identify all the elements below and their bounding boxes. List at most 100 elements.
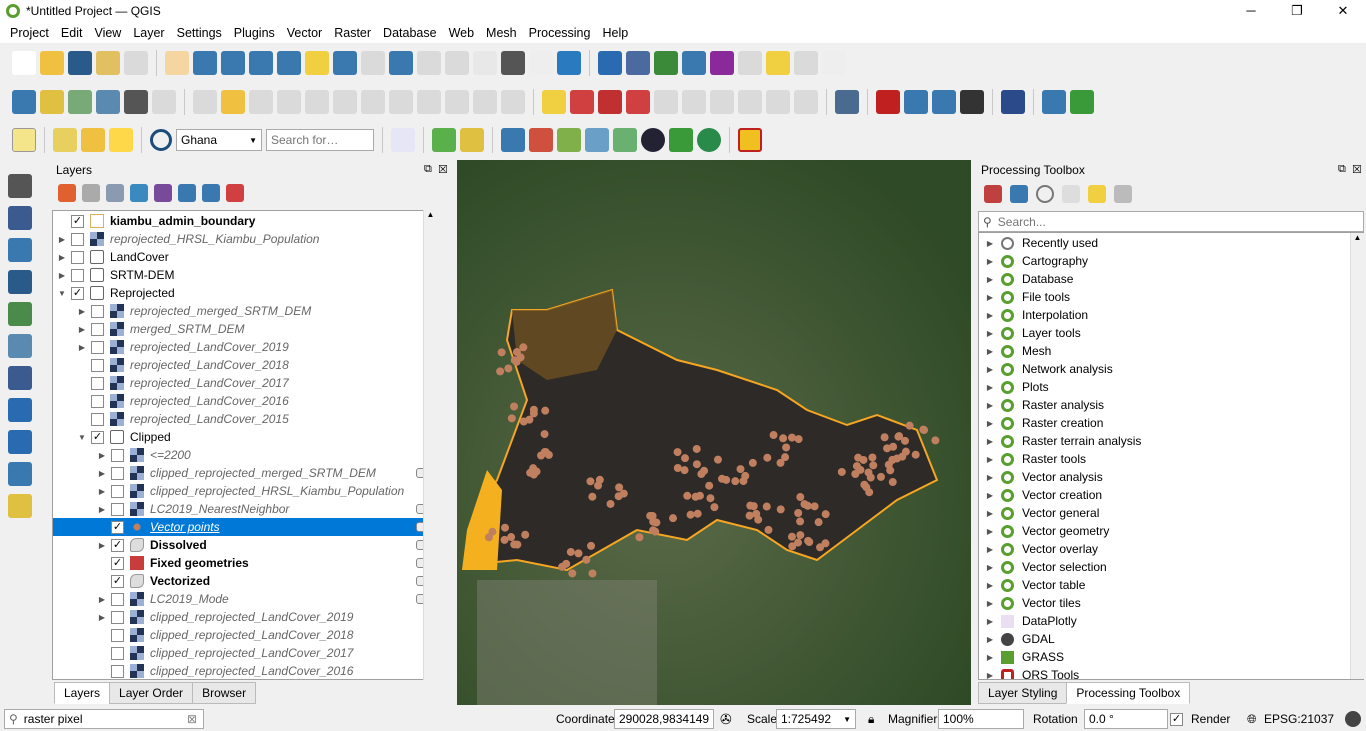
save-project-icon[interactable]: [68, 51, 92, 75]
map-plugin-icon[interactable]: [669, 128, 693, 152]
layer-item[interactable]: clipped_reprojected_LandCover_2017: [53, 644, 436, 662]
processing-provider-item[interactable]: ▶ Mesh: [979, 342, 1051, 360]
search-plugin-icon[interactable]: [432, 128, 456, 152]
results-icon[interactable]: [1062, 185, 1080, 203]
field-calculator-icon[interactable]: [710, 51, 734, 75]
layer-item[interactable]: clipped_reprojected_LandCover_2018: [53, 626, 436, 644]
expand-toggle-icon[interactable]: ▶: [985, 437, 995, 446]
expand-toggle-icon[interactable]: ▶: [985, 491, 995, 500]
menu-raster[interactable]: Raster: [328, 26, 377, 40]
open-project-icon[interactable]: [40, 51, 64, 75]
tab-browser[interactable]: Browser: [192, 682, 257, 704]
zoom-native-icon[interactable]: [361, 51, 385, 75]
expand-toggle-icon[interactable]: ▼: [57, 289, 67, 298]
style-manager-icon[interactable]: [58, 184, 76, 202]
hide-labels-icon[interactable]: [738, 90, 762, 114]
layer-visibility-checkbox[interactable]: ✓: [91, 430, 104, 444]
python-console-icon[interactable]: [501, 128, 525, 152]
layer-visibility-checkbox[interactable]: [111, 628, 124, 642]
layer-item[interactable]: ▶ reprojected_LandCover_2019: [53, 338, 436, 356]
undo-icon[interactable]: [473, 90, 497, 114]
python-scripts-icon[interactable]: [1010, 185, 1028, 203]
menu-view[interactable]: View: [88, 26, 127, 40]
add-oracle-icon[interactable]: [8, 494, 32, 518]
menu-help[interactable]: Help: [596, 26, 634, 40]
digitize-icon[interactable]: [152, 90, 176, 114]
layer-item[interactable]: ▶ merged_SRTM_DEM: [53, 320, 436, 338]
processing-provider-item[interactable]: ▶ Layer tools: [979, 324, 1081, 342]
layer-visibility-checkbox[interactable]: [91, 322, 104, 336]
annotations-icon[interactable]: [794, 51, 818, 75]
expand-toggle-icon[interactable]: ▶: [97, 487, 107, 496]
new-map-view-icon[interactable]: [445, 51, 469, 75]
clear-icon[interactable]: ⊠: [187, 712, 197, 726]
magnifier-spinbox[interactable]: 100%: [938, 709, 1024, 729]
layer-item[interactable]: ▶ ✓ Dissolved: [53, 536, 436, 554]
crs-globe-icon[interactable]: 🌐︎: [1247, 712, 1257, 727]
refresh-icon[interactable]: [557, 51, 581, 75]
layer-item[interactable]: ▶ LandCover: [53, 248, 436, 266]
statistics-icon[interactable]: [654, 51, 678, 75]
globe-icon[interactable]: [641, 128, 665, 152]
add-wfs-icon[interactable]: [8, 430, 32, 454]
menu-vector[interactable]: Vector: [281, 26, 328, 40]
layer-visibility-checkbox[interactable]: ✓: [111, 556, 124, 570]
pan-icon[interactable]: [165, 51, 189, 75]
layer-visibility-checkbox[interactable]: [111, 664, 124, 678]
processing-provider-item[interactable]: ▶ Vector overlay: [979, 540, 1098, 558]
processing-scrollbar[interactable]: ▲: [1350, 233, 1364, 679]
add-vector-layer-icon[interactable]: [8, 174, 32, 198]
expand-toggle-icon[interactable]: ▶: [77, 343, 87, 352]
folder-icon[interactable]: [557, 128, 581, 152]
pan-to-selection-icon[interactable]: [193, 51, 217, 75]
processing-provider-item[interactable]: ▶ Vector geometry: [979, 522, 1109, 540]
layer-visibility-checkbox[interactable]: [91, 358, 104, 372]
data-source-manager-icon[interactable]: [12, 90, 36, 114]
processing-provider-item[interactable]: ▶ Raster analysis: [979, 396, 1104, 414]
processing-provider-item[interactable]: ▶ Vector selection: [979, 558, 1107, 576]
menu-layer[interactable]: Layer: [127, 26, 170, 40]
new-temporary-layer-icon[interactable]: [124, 90, 148, 114]
close-panel-icon[interactable]: ☒: [1352, 163, 1362, 176]
processing-provider-item[interactable]: ▶ Interpolation: [979, 306, 1088, 324]
expand-toggle-icon[interactable]: ▶: [97, 613, 107, 622]
crs-button[interactable]: EPSG:21037: [1264, 712, 1334, 726]
layer-item[interactable]: ▶ LC2019_Mode: [53, 590, 436, 608]
ors-icon[interactable]: [932, 90, 956, 114]
filter-legend-icon[interactable]: [130, 184, 148, 202]
processing-provider-item[interactable]: ▶ Vector tiles: [979, 594, 1081, 612]
coordinate-field[interactable]: 290028,9834149: [614, 709, 714, 729]
layer-visibility-checkbox[interactable]: [71, 268, 84, 282]
add-spatialite-icon[interactable]: [8, 302, 32, 326]
change-label-icon[interactable]: [710, 90, 734, 114]
layer-item[interactable]: ▼ ✓ Reprojected: [53, 284, 436, 302]
attribute-table-icon[interactable]: [626, 51, 650, 75]
zoom-in-icon[interactable]: [221, 51, 245, 75]
add-wms-icon[interactable]: [8, 398, 32, 422]
label-toolbar-icon[interactable]: [570, 90, 594, 114]
locator-bar[interactable]: ⚲ raster pixel ⊠: [4, 709, 204, 729]
new-3d-view-icon[interactable]: [473, 51, 497, 75]
processing-provider-item[interactable]: ▶ Vector general: [979, 504, 1099, 522]
tab-processing-toolbox[interactable]: Processing Toolbox: [1066, 682, 1191, 704]
menu-web[interactable]: Web: [443, 26, 480, 40]
georeferencer-icon[interactable]: [585, 128, 609, 152]
layer-visibility-checkbox[interactable]: [91, 340, 104, 354]
expand-toggle-icon[interactable]: ▶: [77, 307, 87, 316]
float-panel-icon[interactable]: ⧉: [424, 163, 432, 176]
locator-search-icon[interactable]: [150, 129, 172, 151]
expand-toggle-icon[interactable]: ▶: [985, 545, 995, 554]
map-canvas[interactable]: [457, 160, 971, 705]
models-icon[interactable]: [984, 185, 1002, 203]
cut-features-icon[interactable]: [389, 90, 413, 114]
layer-item[interactable]: clipped_reprojected_LandCover_2016: [53, 662, 436, 679]
rotate-label-icon[interactable]: [682, 90, 706, 114]
move-label-icon[interactable]: [654, 90, 678, 114]
maximize-button[interactable]: ❐: [1274, 0, 1320, 22]
layer-item[interactable]: ✓ Vectorized: [53, 572, 436, 590]
expand-toggle-icon[interactable]: ▼: [77, 433, 87, 442]
scale-combo[interactable]: 1:725492 ▼: [776, 709, 856, 729]
profile-tool-icon[interactable]: [391, 128, 415, 152]
layer-item[interactable]: ▶ clipped_reprojected_HRSL_Kiambu_Populat…: [53, 482, 436, 500]
label-3-icon[interactable]: [794, 90, 818, 114]
